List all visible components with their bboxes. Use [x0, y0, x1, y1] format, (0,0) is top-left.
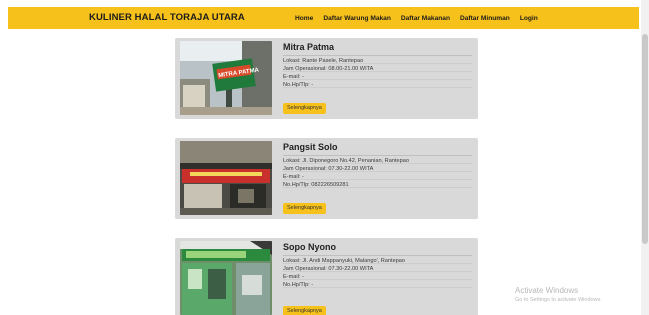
sopo-nyono-photo-graphic: [180, 241, 272, 315]
warung-name: Mitra Patma: [283, 42, 472, 56]
warung-photo-mitra-patma: MITRA PATMA: [180, 41, 272, 115]
warung-info-sopo-nyono: Sopo Nyono Lokasi: Jl. Andi Mappanyuki, …: [283, 242, 472, 288]
warung-card-mitra-patma: MITRA PATMA Mitra Patma Lokasi: Rante Pa…: [175, 38, 478, 119]
watermark-title: Activate Windows: [515, 286, 579, 295]
selengkapnya-button[interactable]: Selengkapnya: [283, 306, 326, 315]
warung-card-sopo-nyono: Sopo Nyono Lokasi: Jl. Andi Mappanyuki, …: [175, 238, 478, 315]
nav-links: Home Daftar Warung Makan Daftar Makanan …: [295, 7, 538, 29]
warung-lokasi: Lokasi: Jl. Diponegoro No.42, Penanian, …: [283, 156, 472, 164]
warung-name: Sopo Nyono: [283, 242, 472, 256]
warung-photo-pangsit-solo: [180, 141, 272, 215]
warung-email: E-mail: -: [283, 172, 472, 180]
warung-jam-operasional: Jam Operasional: 07.30-22.00 WITA: [283, 164, 472, 172]
watermark-subtitle: Go to Settings to activate Windows.: [515, 297, 602, 303]
warung-phone: No.Hp/Tlp: 082226509281: [283, 180, 472, 188]
nav-daftar-warung-makan[interactable]: Daftar Warung Makan: [323, 15, 391, 22]
nav-login[interactable]: Login: [520, 15, 538, 22]
nav-daftar-makanan[interactable]: Daftar Makanan: [401, 15, 450, 22]
scrollbar-thumb[interactable]: [642, 34, 648, 244]
warung-info-mitra-patma: Mitra Patma Lokasi: Rante Pasele, Rantep…: [283, 42, 472, 88]
warung-info-pangsit-solo: Pangsit Solo Lokasi: Jl. Diponegoro No.4…: [283, 142, 472, 188]
warung-phone: No.Hp/Tlp: -: [283, 280, 472, 288]
warung-phone: No.Hp/Tlp: -: [283, 80, 472, 88]
pangsit-solo-photo-graphic: [180, 141, 272, 215]
warung-jam-operasional: Jam Operasional: 07.30-22.00 WITA: [283, 264, 472, 272]
mitra-patma-photo-graphic: MITRA PATMA: [180, 41, 272, 115]
warung-lokasi: Lokasi: Jl. Andi Mappanyuki, Malango', R…: [283, 256, 472, 264]
site-brand[interactable]: KULINER HALAL TORAJA UTARA: [89, 7, 245, 29]
activate-windows-watermark: Activate Windows Go to Settings to activ…: [515, 286, 602, 304]
nav-home[interactable]: Home: [295, 15, 313, 22]
warung-lokasi: Lokasi: Rante Pasele, Rantepao: [283, 56, 472, 64]
warung-photo-sopo-nyono: [180, 241, 272, 315]
selengkapnya-button[interactable]: Selengkapnya: [283, 203, 326, 214]
nav-daftar-minuman[interactable]: Daftar Minuman: [460, 15, 510, 22]
warung-jam-operasional: Jam Operasional: 08.00-21.00 WITA: [283, 64, 472, 72]
warung-email: E-mail: -: [283, 272, 472, 280]
warung-email: E-mail: -: [283, 72, 472, 80]
selengkapnya-button[interactable]: Selengkapnya: [283, 103, 326, 114]
warung-card-pangsit-solo: Pangsit Solo Lokasi: Jl. Diponegoro No.4…: [175, 138, 478, 219]
warung-name: Pangsit Solo: [283, 142, 472, 156]
navbar: KULINER HALAL TORAJA UTARA Home Daftar W…: [8, 7, 639, 29]
